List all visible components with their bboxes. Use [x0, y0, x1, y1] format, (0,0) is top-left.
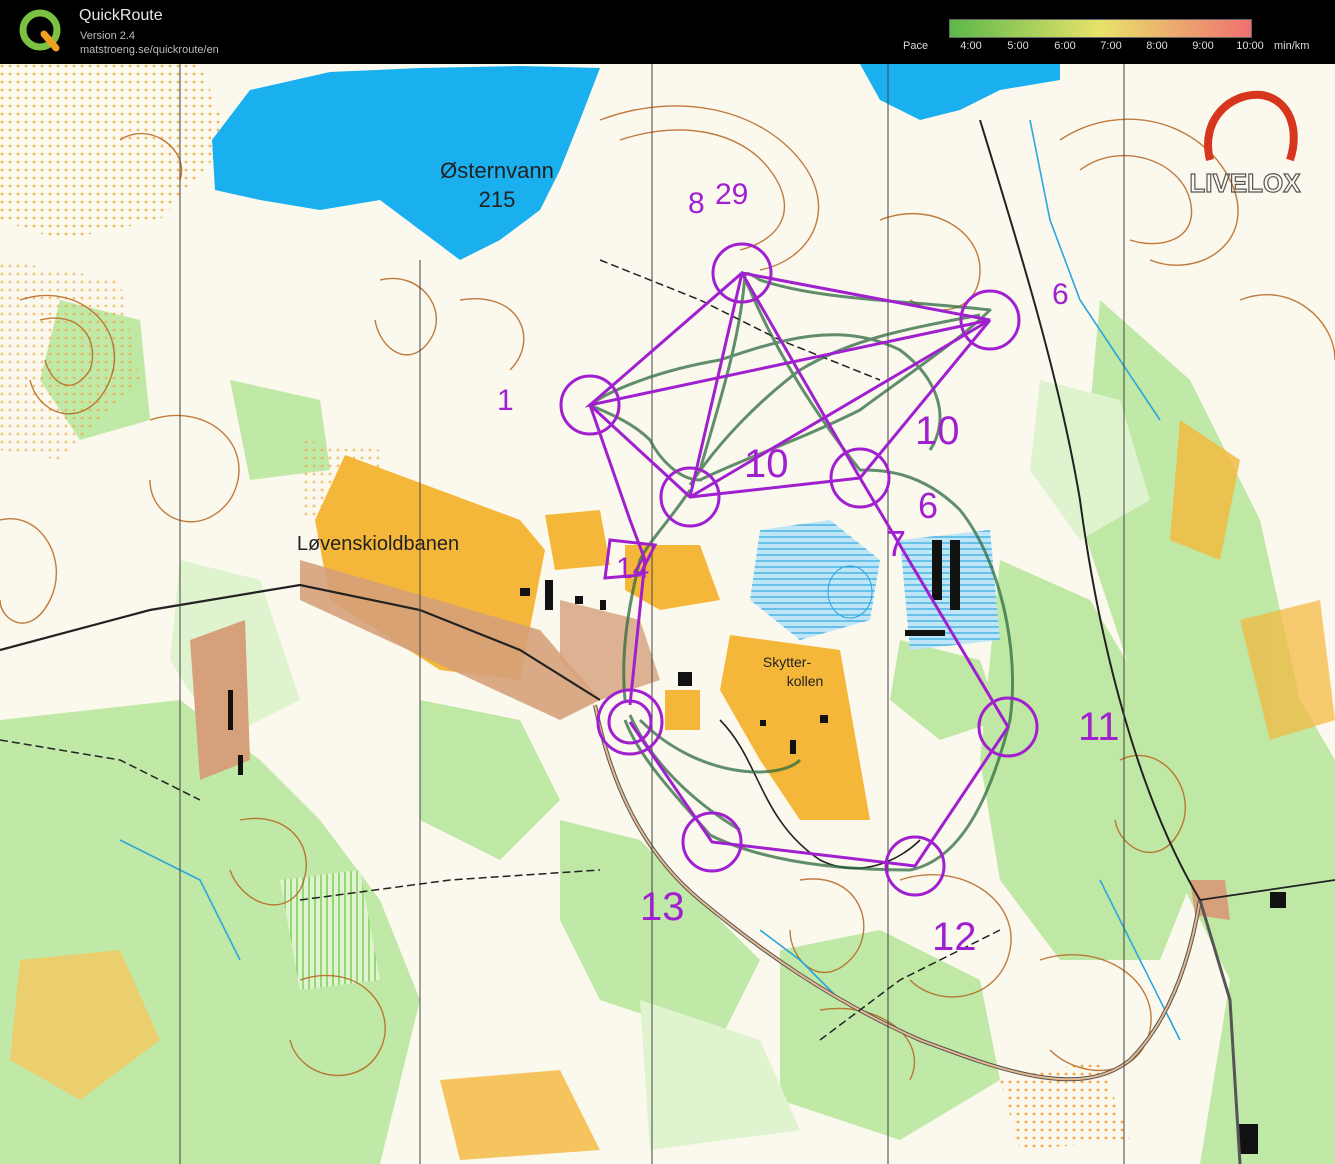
control-number: 10 [744, 442, 789, 486]
control-number: 6 [918, 485, 938, 526]
control-number: 29 [715, 178, 748, 211]
lake-name: Østernvann [440, 158, 554, 183]
pond [827, 565, 873, 619]
app-header: QuickRoute Version 2.4 matstroeng.se/qui… [0, 0, 1335, 64]
pace-tick: 7:00 [1100, 40, 1122, 52]
pace-color-scale [949, 19, 1252, 38]
lake-height: 215 [479, 187, 516, 212]
place-skytter-1: Skytter- [763, 654, 812, 670]
control-number: 12 [932, 915, 977, 959]
watermark-text: LIVELOX [1189, 168, 1301, 198]
control-number: 14 [616, 552, 649, 585]
place-skytter-2: kollen [787, 673, 824, 689]
orienteering-map[interactable]: Østernvann 215 Løvenskioldbanen Skytter-… [0, 64, 1335, 1164]
pace-tick: 5:00 [1007, 40, 1029, 52]
pace-tick: 9:00 [1192, 40, 1214, 52]
pace-tick: 4:00 [960, 40, 982, 52]
app-title: QuickRoute [79, 7, 163, 24]
pace-tick: 6:00 [1054, 40, 1076, 52]
control-number: 1 [497, 384, 514, 417]
map-canvas[interactable]: Østernvann 215 Løvenskioldbanen Skytter-… [0, 64, 1335, 1164]
control-number: 7 [886, 523, 906, 564]
pace-unit: min/km [1274, 40, 1310, 52]
pace-tick: 8:00 [1146, 40, 1168, 52]
quickroute-logo-icon [19, 9, 61, 52]
place-lovenskiold: Løvenskioldbanen [297, 533, 459, 555]
app-version: Version 2.4 [80, 30, 136, 42]
control-number: 8 [688, 187, 705, 220]
pace-label: Pace [903, 40, 929, 52]
control-number: 10 [915, 409, 960, 453]
app-url[interactable]: matstroeng.se/quickroute/en [80, 44, 219, 56]
pace-tick: 10:00 [1236, 40, 1264, 52]
control-number: 11 [1078, 705, 1120, 749]
control-number: 13 [640, 885, 685, 929]
control-number: 6 [1052, 278, 1069, 311]
